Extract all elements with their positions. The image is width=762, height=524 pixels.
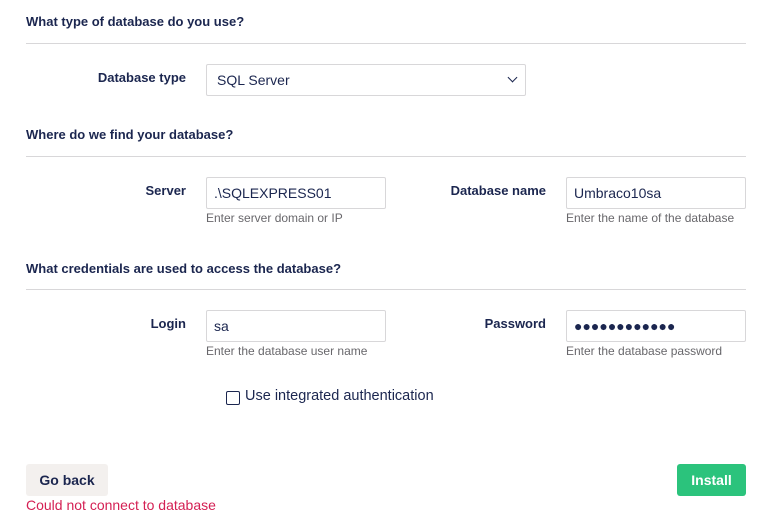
- server-hint: Enter server domain or IP: [206, 211, 343, 225]
- database-type-label: Database type: [97, 70, 186, 85]
- server-label: Server: [145, 183, 186, 198]
- go-back-button[interactable]: Go back: [26, 464, 108, 496]
- login-label: Login: [150, 316, 186, 331]
- password-label: Password: [484, 316, 546, 331]
- database-name-label: Database name: [450, 183, 546, 198]
- divider: [26, 289, 746, 290]
- login-hint: Enter the database user name: [206, 344, 368, 358]
- error-message: Could not connect to database: [26, 497, 216, 513]
- database-config-form: What type of database do you use? Databa…: [0, 0, 762, 524]
- credentials-section-title: What credentials are used to access the …: [26, 261, 342, 276]
- divider: [26, 43, 746, 44]
- password-hint: Enter the database password: [566, 344, 723, 358]
- divider: [26, 156, 746, 157]
- password-input[interactable]: ●●●●●●●●●●●●: [566, 310, 746, 342]
- integrated-auth-checkbox[interactable]: [226, 391, 240, 405]
- database-type-select[interactable]: SQL Server: [206, 64, 526, 96]
- password-mask: ●●●●●●●●●●●●: [574, 318, 676, 334]
- database-type-selected-value: SQL Server: [217, 72, 290, 88]
- server-input[interactable]: [206, 177, 386, 209]
- database-type-section-title: What type of database do you use?: [26, 14, 245, 29]
- install-button[interactable]: Install: [677, 464, 746, 496]
- database-name-input[interactable]: [566, 177, 746, 209]
- database-name-hint: Enter the name of the database: [566, 211, 735, 225]
- database-location-section-title: Where do we find your database?: [26, 127, 234, 142]
- integrated-auth-label[interactable]: Use integrated authentication: [245, 388, 434, 404]
- login-input[interactable]: [206, 310, 386, 342]
- chevron-down-icon: [507, 72, 518, 83]
